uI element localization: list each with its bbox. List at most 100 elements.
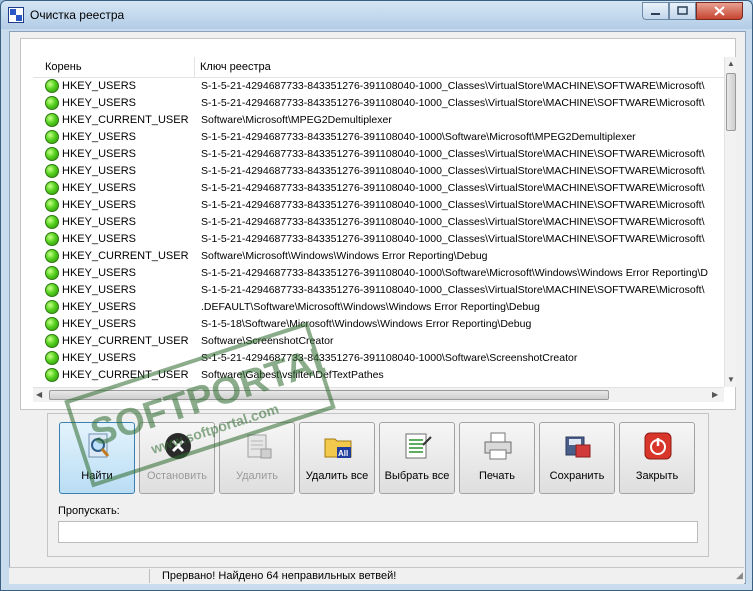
row-root: HKEY_CURRENT_USER [62, 335, 189, 347]
status-green-icon [45, 368, 59, 382]
scroll-up-icon[interactable]: ▲ [727, 59, 735, 68]
status-green-icon [45, 300, 59, 314]
minimize-button[interactable] [642, 2, 669, 20]
find-button[interactable]: Найти [59, 422, 135, 494]
main-window: Очистка реестра Корень Ключ реестра HKEY… [0, 0, 753, 591]
delete-all-button[interactable]: All Удалить все [299, 422, 375, 494]
stop-label: Остановить [146, 470, 208, 482]
row-root: HKEY_USERS [62, 284, 136, 296]
status-bar: Прервано! Найдено 64 неправильных ветвей… [9, 567, 744, 584]
row-key: S-1-5-21-4294687733-843351276-391108040-… [201, 97, 705, 109]
stop-icon [165, 433, 191, 459]
stop-button[interactable]: Остановить [139, 422, 215, 494]
row-key: S-1-5-21-4294687733-843351276-391108040-… [201, 233, 705, 245]
table-row[interactable]: HKEY_USERS S-1-5-21-4294687733-843351276-… [33, 214, 724, 231]
status-green-icon [45, 317, 59, 331]
horizontal-scroll-thumb[interactable] [49, 390, 609, 400]
row-root: HKEY_USERS [62, 165, 136, 177]
table-row[interactable]: HKEY_USERS S-1-5-18\Software\Microsoft\Wi… [33, 316, 724, 333]
select-all-icon [405, 433, 432, 459]
table-row[interactable]: HKEY_USERS .DEFAULT\Software\Microsoft\Wi… [33, 299, 724, 316]
maximize-icon [677, 6, 688, 15]
save-label: Сохранить [549, 470, 605, 482]
close-window-button[interactable] [696, 2, 743, 20]
row-root: HKEY_USERS [62, 97, 136, 109]
row-key: S-1-5-21-4294687733-843351276-391108040-… [201, 131, 636, 143]
scroll-down-icon[interactable]: ▼ [727, 375, 735, 384]
vertical-scroll-thumb[interactable] [726, 73, 736, 131]
status-green-icon [45, 147, 59, 161]
print-button[interactable]: Печать [459, 422, 535, 494]
table-row[interactable]: HKEY_CURRENT_USER Software\Microsoft\MPEG… [33, 112, 724, 129]
maximize-button[interactable] [669, 2, 696, 20]
row-key: S-1-5-21-4294687733-843351276-391108040-… [201, 80, 705, 92]
table-row[interactable]: HKEY_USERS S-1-5-21-4294687733-843351276-… [33, 197, 724, 214]
table-row[interactable]: HKEY_USERS S-1-5-21-4294687733-843351276-… [33, 129, 724, 146]
select-all-label: Выбрать все [384, 470, 450, 482]
row-key: Software\Microsoft\MPEG2Demultiplexer [201, 114, 392, 126]
status-green-icon [45, 232, 59, 246]
save-button[interactable]: Сохранить [539, 422, 615, 494]
row-root: HKEY_CURRENT_USER [62, 369, 189, 381]
registry-list[interactable]: Корень Ключ реестра HKEY_USERS S-1-5-21-4… [33, 57, 736, 387]
resize-grip-icon[interactable]: ◢ [736, 570, 743, 581]
table-row[interactable]: HKEY_USERS S-1-5-21-4294687733-843351276-… [33, 78, 724, 95]
print-label: Печать [478, 470, 516, 482]
table-row[interactable]: HKEY_CURRENT_USER Software\ScreenshotCrea… [33, 333, 724, 350]
table-row[interactable]: HKEY_USERS S-1-5-21-4294687733-843351276-… [33, 265, 724, 282]
row-root: HKEY_USERS [62, 318, 136, 330]
row-root: HKEY_USERS [62, 148, 136, 160]
close-label: Закрыть [635, 470, 679, 482]
window-title: Очистка реестра [30, 8, 125, 22]
table-row[interactable]: HKEY_CURRENT_USER Software\Gabest\vsfilte… [33, 367, 724, 384]
row-root: HKEY_USERS [62, 216, 136, 228]
column-divider[interactable] [194, 57, 195, 77]
row-root: HKEY_USERS [62, 199, 136, 211]
scroll-left-icon[interactable]: ◀ [36, 390, 42, 399]
column-header-key[interactable]: Ключ реестра [200, 61, 271, 73]
delete-button[interactable]: Удалить [219, 422, 295, 494]
scroll-right-icon[interactable]: ▶ [712, 390, 718, 399]
status-green-icon [45, 96, 59, 110]
row-root: HKEY_USERS [62, 182, 136, 194]
list-header: Корень Ключ реестра [33, 57, 724, 78]
vertical-scrollbar[interactable]: ▲ ▼ [724, 57, 736, 387]
table-row[interactable]: HKEY_USERS S-1-5-21-4294687733-843351276-… [33, 282, 724, 299]
delete-label: Удалить [236, 470, 278, 482]
find-label: Найти [81, 470, 113, 482]
status-green-icon [45, 283, 59, 297]
column-header-root[interactable]: Корень [45, 61, 82, 73]
table-row[interactable]: HKEY_USERS S-1-5-21-4294687733-843351276-… [33, 231, 724, 248]
status-green-icon [45, 181, 59, 195]
delete-all-label: Удалить все [305, 470, 369, 482]
close-button[interactable]: Закрыть [619, 422, 695, 494]
row-root: HKEY_USERS [62, 352, 136, 364]
row-root: HKEY_USERS [62, 131, 136, 143]
select-all-button[interactable]: Выбрать все [379, 422, 455, 494]
table-row[interactable]: HKEY_USERS S-1-5-21-4294687733-843351276-… [33, 95, 724, 112]
row-key: S-1-5-21-4294687733-843351276-391108040-… [201, 284, 705, 296]
horizontal-scrollbar[interactable]: ◀ ▶ [33, 387, 724, 402]
power-icon [644, 432, 672, 460]
row-key: S-1-5-21-4294687733-843351276-391108040-… [201, 267, 709, 279]
row-root: HKEY_USERS [62, 233, 136, 245]
save-icon [565, 436, 591, 458]
row-key: .DEFAULT\Software\Microsoft\Windows\Wind… [201, 301, 540, 313]
status-green-icon [45, 130, 59, 144]
status-divider [149, 569, 150, 583]
status-green-icon [45, 249, 59, 263]
title-bar[interactable]: Очистка реестра [1, 1, 752, 29]
row-root: HKEY_CURRENT_USER [62, 250, 189, 262]
status-green-icon [45, 266, 59, 280]
row-root: HKEY_USERS [62, 301, 136, 313]
table-row[interactable]: HKEY_USERS S-1-5-21-4294687733-843351276-… [33, 180, 724, 197]
svg-text:All: All [338, 449, 348, 458]
table-row[interactable]: HKEY_USERS S-1-5-21-4294687733-843351276-… [33, 350, 724, 367]
table-row[interactable]: HKEY_USERS S-1-5-21-4294687733-843351276-… [33, 146, 724, 163]
row-key: S-1-5-21-4294687733-843351276-391108040-… [201, 182, 705, 194]
row-key: S-1-5-21-4294687733-843351276-391108040-… [201, 352, 578, 364]
status-green-icon [45, 79, 59, 93]
table-row[interactable]: HKEY_USERS S-1-5-21-4294687733-843351276-… [33, 163, 724, 180]
skip-input[interactable] [58, 521, 698, 543]
table-row[interactable]: HKEY_CURRENT_USER Software\Microsoft\Wind… [33, 248, 724, 265]
